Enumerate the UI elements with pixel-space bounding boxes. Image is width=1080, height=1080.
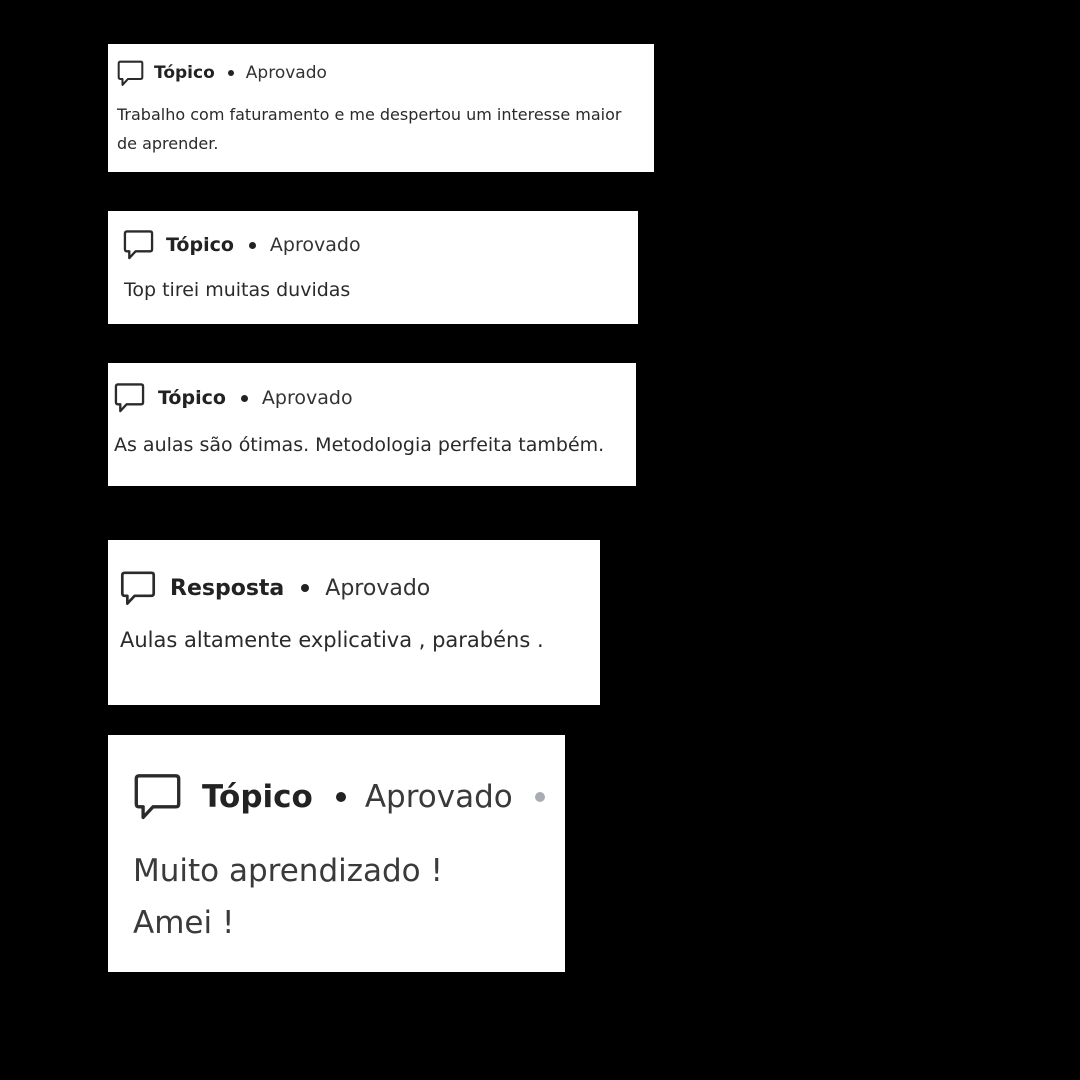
post-type-label: Tópico — [166, 234, 234, 256]
status-label: Aprovado — [325, 575, 431, 601]
comment-text: Aulas altamente explicativa , parabéns . — [120, 623, 544, 657]
comment-line: Top tirei muitas duvidas — [124, 279, 351, 301]
speech-bubble-icon — [114, 382, 145, 414]
comment-text: Trabalho com faturamento e me despertou … — [117, 100, 647, 158]
separator-dot — [534, 792, 545, 802]
speech-bubble-icon — [133, 772, 182, 822]
comment-line: de aprender. — [117, 134, 219, 153]
status-label: Aprovado — [245, 63, 327, 83]
separator-dot — [240, 394, 248, 402]
comment-text: As aulas são ótimas. Metodologia perfeit… — [114, 430, 604, 460]
review-card: Tópico Aprovado Muito aprendizado ! Amei… — [108, 735, 565, 972]
separator-dot — [248, 241, 256, 249]
review-card: Tópico Aprovado Trabalho com faturamento… — [108, 44, 654, 172]
separator-dot — [301, 584, 310, 592]
comment-line: Aulas altamente explicativa , parabéns . — [120, 628, 544, 652]
comment-text: Top tirei muitas duvidas — [124, 275, 350, 305]
post-type-label: Tópico — [158, 387, 226, 409]
separator-dot — [227, 70, 234, 76]
status-label: Aprovado — [364, 779, 513, 815]
speech-bubble-icon — [123, 229, 154, 261]
comment-line: Muito aprendizado ! — [133, 853, 443, 889]
review-card: Tópico Aprovado Top tirei muitas duvidas — [108, 211, 638, 324]
post-type-label: Tópico — [202, 779, 313, 815]
card-header: Tópico Aprovado — [123, 229, 361, 261]
speech-bubble-icon — [120, 570, 156, 607]
card-header: Tópico Aprovado — [117, 59, 327, 87]
comment-line: Trabalho com faturamento e me despertou … — [117, 105, 622, 124]
comment-text: Muito aprendizado ! Amei ! — [133, 845, 443, 949]
card-header: Resposta Aprovado — [120, 569, 430, 607]
comment-line: Amei ! — [133, 905, 235, 941]
status-label: Aprovado — [269, 234, 361, 256]
review-card: Tópico Aprovado As aulas são ótimas. Met… — [108, 363, 636, 486]
speech-bubble-icon — [117, 59, 144, 88]
card-header: Tópico Aprovado — [114, 382, 353, 414]
card-header: Tópico Aprovado — [133, 772, 545, 822]
comment-line: As aulas são ótimas. Metodologia perfeit… — [114, 434, 605, 456]
review-card: Resposta Aprovado Aulas altamente explic… — [108, 540, 600, 705]
separator-dot — [335, 792, 346, 802]
status-label: Aprovado — [261, 387, 353, 409]
post-type-label: Resposta — [170, 575, 285, 601]
post-type-label: Tópico — [154, 63, 215, 83]
